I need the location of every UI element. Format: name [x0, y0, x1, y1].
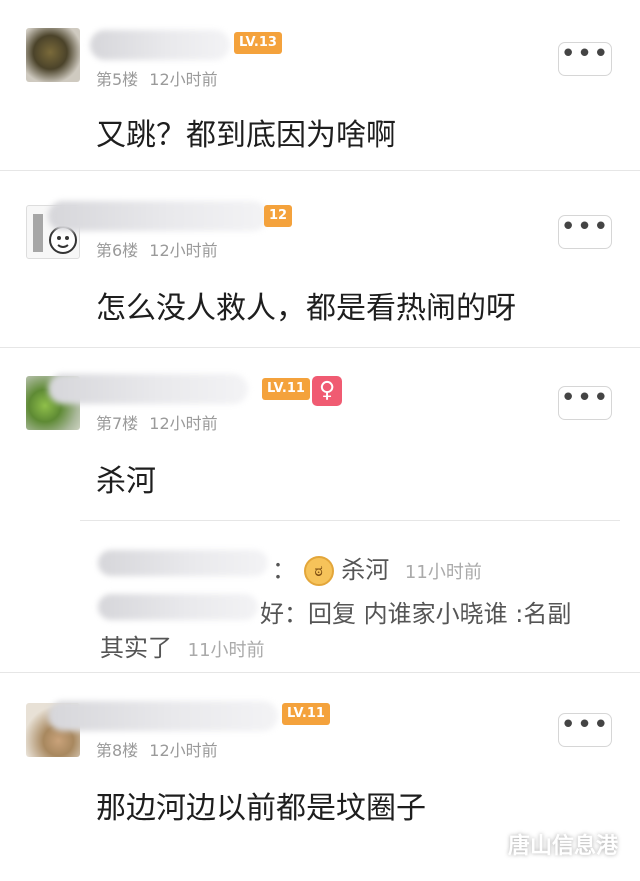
- more-options-button[interactable]: •••: [558, 383, 612, 420]
- reply-line-1: ： ಠ 杀河 11小时前: [272, 550, 482, 586]
- user-avatar[interactable]: [26, 28, 80, 82]
- reply-section: ： ಠ 杀河 11小时前 好：回复 内谁家小晓谁 :名副 其实了 11小时前: [80, 538, 620, 662]
- blurred-reply-username-2[interactable]: [98, 594, 258, 620]
- reply-text: 杀河: [341, 556, 390, 584]
- watermark: 唐山信息港: [460, 800, 635, 870]
- floor-number: 第8楼: [96, 741, 139, 760]
- blurred-username[interactable]: [48, 701, 278, 731]
- watermark-text: 唐山信息港: [508, 834, 619, 859]
- watermark-logo-icon: [460, 820, 506, 866]
- more-options-button[interactable]: •••: [558, 212, 612, 249]
- scared-emoji-icon: ಠ: [303, 556, 334, 586]
- level-badge: LV.11: [282, 703, 330, 725]
- post-floor-5: LV.13 第5楼 12小时前 ••• 又跳？都到底因为啥啊: [0, 0, 640, 171]
- post-meta: 第7楼 12小时前: [96, 410, 218, 434]
- reply-prefix: 好：: [260, 600, 308, 628]
- blurred-username[interactable]: [48, 374, 248, 404]
- reply-line-2: 好：回复 内谁家小晓谁 :名副: [260, 594, 571, 629]
- post-time: 12小时前: [149, 414, 218, 433]
- post-time: 12小时前: [149, 70, 218, 89]
- reply-time: 11小时前: [187, 640, 265, 661]
- blurred-username[interactable]: [48, 201, 268, 231]
- reply-divider: [80, 520, 620, 521]
- reply-time: 11小时前: [404, 562, 482, 583]
- more-icon: •••: [560, 710, 610, 740]
- post-time: 12小时前: [149, 741, 218, 760]
- floor-number: 第7楼: [96, 414, 139, 433]
- level-badge: 12: [264, 205, 293, 227]
- floor-number: 第5楼: [96, 70, 139, 89]
- level-badge: LV.13: [234, 32, 282, 54]
- level-badge: LV.11: [262, 378, 310, 400]
- reply-line-3: 其实了 11小时前: [100, 628, 265, 663]
- post-meta: 第5楼 12小时前: [96, 66, 218, 90]
- more-icon: •••: [560, 212, 610, 242]
- post-meta: 第6楼 12小时前: [96, 237, 218, 261]
- more-options-button[interactable]: •••: [558, 710, 612, 747]
- post-content: 那边河边以前都是坟圈子: [96, 791, 426, 826]
- more-icon: •••: [560, 39, 610, 69]
- reply-continued-text: 其实了: [100, 634, 172, 662]
- more-options-button[interactable]: •••: [558, 39, 612, 76]
- post-content: 怎么没人救人，都是看热闹的呀: [96, 291, 516, 326]
- more-icon: •••: [560, 383, 610, 413]
- blurred-reply-username[interactable]: [98, 550, 268, 576]
- post-meta: 第8楼 12小时前: [96, 737, 218, 761]
- post-time: 12小时前: [149, 241, 218, 260]
- floor-number: 第6楼: [96, 241, 139, 260]
- reply-colon: ：: [272, 556, 296, 584]
- post-content: 杀河: [96, 464, 156, 499]
- post-content: 又跳？都到底因为啥啊: [96, 118, 396, 153]
- reply-quote-text: 回复 内谁家小晓谁 :名副: [308, 600, 572, 628]
- blurred-username[interactable]: [90, 30, 230, 60]
- post-floor-6: 12 第6楼 12小时前 ••• 怎么没人救人，都是看热闹的呀: [0, 171, 640, 348]
- female-gender-icon: ♀: [312, 376, 342, 406]
